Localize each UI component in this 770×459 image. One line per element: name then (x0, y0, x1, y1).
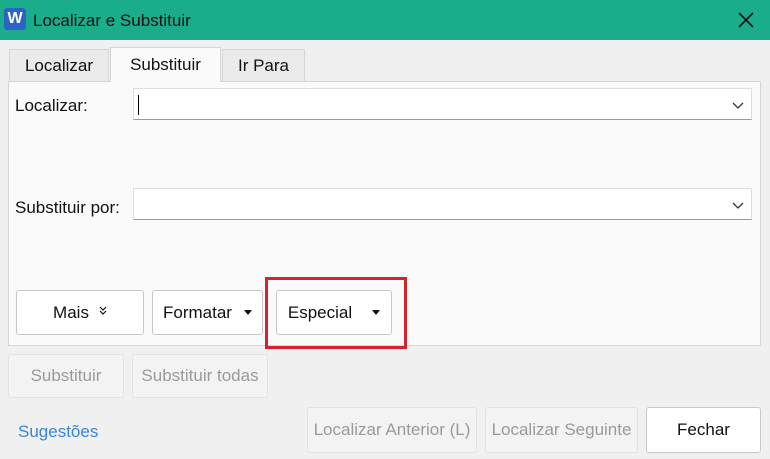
replace-label: Substituir por: (15, 198, 120, 217)
window-title: Localizar e Substituir (33, 11, 191, 30)
replace-input[interactable] (133, 188, 752, 220)
format-button[interactable]: Formatar (152, 290, 263, 335)
special-button-label: Especial (287, 302, 353, 322)
close-icon[interactable] (730, 4, 762, 36)
triangle-down-icon (243, 310, 252, 315)
format-button-label: Formatar (163, 302, 232, 322)
close-button[interactable]: Fechar (646, 407, 761, 453)
chevron-down-icon[interactable] (731, 98, 745, 112)
triangle-down-icon (372, 310, 381, 315)
more-button[interactable]: Mais (16, 290, 144, 335)
tab-localizar[interactable]: Localizar (9, 49, 109, 81)
suggestions-link[interactable]: Sugestões (18, 422, 98, 442)
wps-writer-icon: W (4, 8, 26, 30)
text-caret (138, 95, 139, 115)
tab-substituir[interactable]: Substituir (110, 47, 221, 82)
find-label: Localizar: (15, 96, 88, 115)
double-chevron-down-icon (99, 306, 107, 319)
tab-ir-para[interactable]: Ir Para (222, 49, 305, 81)
find-input[interactable] (133, 88, 752, 120)
chevron-down-icon[interactable] (731, 198, 745, 212)
more-button-label: Mais (53, 302, 89, 322)
find-previous-button[interactable]: Localizar Anterior (L) (307, 407, 477, 453)
replace-button[interactable]: Substituir (8, 354, 124, 398)
title-bar: W Localizar e Substituir (0, 0, 770, 40)
find-next-button[interactable]: Localizar Seguinte (485, 407, 638, 453)
special-button[interactable]: Especial (276, 290, 392, 335)
replace-all-button[interactable]: Substituir todas (132, 354, 268, 398)
